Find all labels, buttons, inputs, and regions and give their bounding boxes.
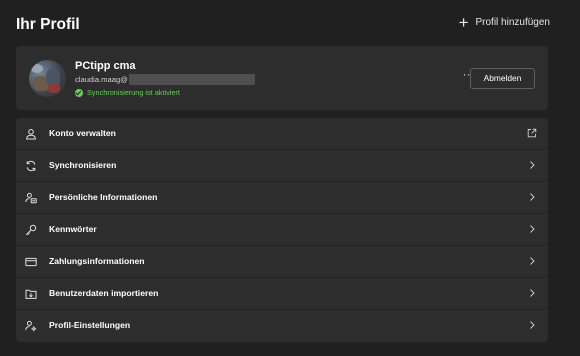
- add-profile-label: Profil hinzufügen: [475, 17, 551, 28]
- external-link-icon: [527, 128, 537, 138]
- person-card-icon: [25, 192, 37, 204]
- header: Ihr Profil + Profil hinzufügen: [16, 14, 550, 38]
- person-settings-icon: [25, 320, 37, 332]
- menu-item-zahlungsinformationen[interactable]: Zahlungsinformationen: [16, 246, 548, 278]
- chevron-right-icon: [527, 224, 537, 234]
- menu-item-synchronisieren[interactable]: Synchronisieren: [16, 150, 548, 182]
- check-circle-icon: [75, 88, 83, 97]
- menu-item-label: Zahlungsinformationen: [49, 256, 145, 266]
- chevron-right-icon: [527, 256, 537, 266]
- chevron-right-icon: [527, 192, 537, 202]
- sync-status-row: Synchronisierung ist aktiviert: [75, 88, 180, 97]
- menu-item-profil-einstellungen[interactable]: Profil-Einstellungen: [16, 310, 548, 342]
- menu-item-label: Benutzerdaten importieren: [49, 288, 159, 298]
- sync-status-text: Synchronisierung ist aktiviert: [87, 88, 180, 97]
- credit-card-icon: [25, 256, 37, 268]
- chevron-right-icon: [527, 288, 537, 298]
- profile-card: PCtipp cma claudia.maag@ Synchronisierun…: [16, 46, 548, 110]
- email-redaction-mask: [128, 74, 255, 85]
- menu-item-label: Persönliche Informationen: [49, 192, 158, 202]
- menu-item-label: Profil-Einstellungen: [49, 320, 131, 330]
- sync-icon: [25, 160, 37, 172]
- person-icon: [25, 128, 37, 140]
- menu-item-kennwoerter[interactable]: Kennwörter: [16, 214, 548, 246]
- chevron-right-icon: [527, 160, 537, 170]
- import-icon: [25, 288, 37, 300]
- profile-page: Ihr Profil + Profil hinzufügen PCtipp cm…: [0, 0, 580, 356]
- profile-email: claudia.maag@: [75, 75, 128, 84]
- menu-item-persoenliche-informationen[interactable]: Persönliche Informationen: [16, 182, 548, 214]
- menu-item-label: Synchronisieren: [49, 160, 117, 170]
- key-icon: [25, 224, 37, 236]
- page-title: Ihr Profil: [16, 16, 80, 33]
- menu-item-label: Konto verwalten: [49, 128, 116, 138]
- chevron-right-icon: [527, 320, 537, 330]
- menu-item-konto-verwalten[interactable]: Konto verwalten: [16, 118, 548, 150]
- avatar: [29, 60, 66, 97]
- plus-icon: +: [458, 12, 469, 32]
- profile-name: PCtipp cma: [75, 60, 136, 72]
- profile-menu: Konto verwalten Synchronisieren Persönli…: [16, 118, 548, 342]
- add-profile-button[interactable]: + Profil hinzufügen: [458, 12, 551, 32]
- menu-item-label: Kennwörter: [49, 224, 97, 234]
- signout-button[interactable]: Abmelden: [470, 68, 535, 89]
- menu-item-benutzerdaten-importieren[interactable]: Benutzerdaten importieren: [16, 278, 548, 310]
- email-row: claudia.maag@: [75, 74, 255, 85]
